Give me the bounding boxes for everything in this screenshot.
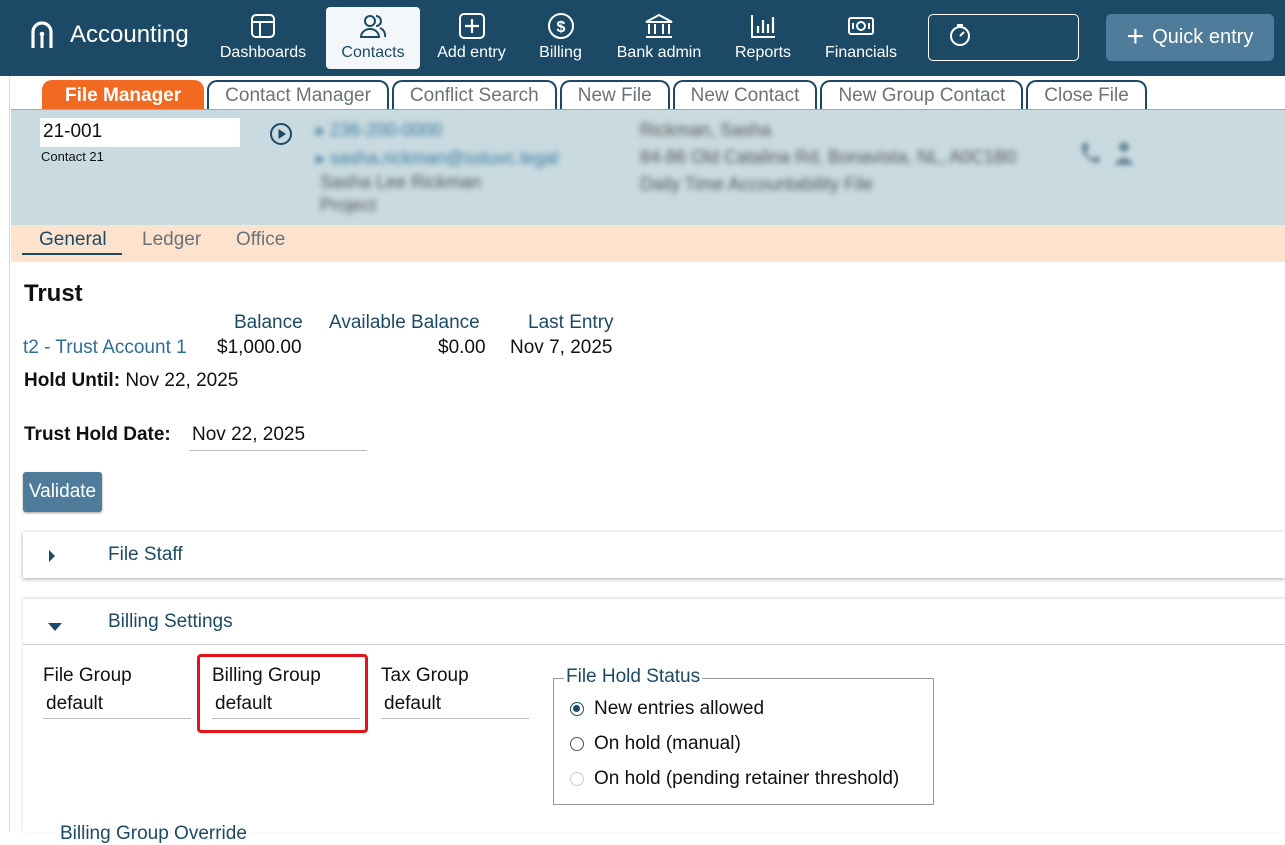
tab-new-contact[interactable]: New Contact	[672, 80, 818, 109]
hold-until-label: Hold Until:	[24, 370, 121, 391]
left-edge	[0, 76, 10, 832]
hold-until-value: Nov 22, 2025	[125, 370, 239, 391]
client-address: 84-86 Old Catalina Rd, Bonavista, NL, A0…	[640, 147, 1017, 167]
dollar-icon: $	[547, 12, 575, 44]
file-staff-accordion[interactable]: File Staff	[23, 532, 1285, 578]
radio-disabled-icon	[570, 772, 584, 786]
person-icon[interactable]	[1113, 140, 1135, 171]
caret-right-icon	[47, 549, 57, 568]
contact-email[interactable]: ▸ sasha.rickman@sstuvc.legal	[316, 148, 558, 169]
hold-option-label: On hold (manual)	[594, 733, 741, 754]
divider	[23, 644, 1285, 645]
play-circle-icon[interactable]	[269, 122, 293, 151]
money-icon	[846, 12, 876, 44]
stopwatch-icon	[949, 23, 971, 52]
billing-settings-title[interactable]: Billing Settings	[108, 611, 233, 633]
tab-ledger[interactable]: Ledger	[142, 229, 201, 251]
svg-text:$: $	[556, 19, 565, 36]
trust-hold-date-input[interactable]: Nov 22, 2025	[189, 422, 367, 451]
hold-option-label: On hold (pending retainer threshold)	[594, 768, 900, 789]
app-name: Accounting	[70, 21, 189, 48]
hold-until: Hold Until: Nov 22, 2025	[24, 370, 238, 392]
file-hold-status-group: File Hold Status New entries allowed On …	[553, 666, 934, 805]
nav-billing[interactable]: $ Billing	[523, 7, 598, 69]
nav-contacts[interactable]: Contacts	[326, 7, 420, 69]
file-group-label: File Group	[43, 665, 132, 686]
tax-group-label: Tax Group	[381, 665, 469, 686]
tax-group-field[interactable]: default	[381, 691, 529, 719]
nav-bank-admin[interactable]: Bank admin	[598, 7, 720, 69]
top-navigation-bar: Accounting Dashboards Contacts Add entry…	[0, 0, 1285, 76]
file-group-field[interactable]: default	[43, 691, 191, 719]
trust-hold-date-label: Trust Hold Date:	[24, 424, 171, 445]
tab-new-group-contact[interactable]: New Group Contact	[820, 80, 1024, 109]
bank-icon	[644, 12, 674, 44]
balance-header: Balance	[234, 312, 303, 333]
billing-group-override-label: Billing Group Override	[60, 823, 247, 844]
hold-option-retainer: On hold (pending retainer threshold)	[570, 768, 899, 790]
header-action-icons	[1079, 140, 1135, 171]
nav-add-entry[interactable]: Add entry	[420, 7, 523, 69]
hold-option-new-entries[interactable]: New entries allowed	[570, 698, 764, 720]
file-staff-title: File Staff	[108, 544, 183, 565]
trust-available-balance: $0.00	[438, 337, 486, 358]
radio-icon[interactable]	[570, 737, 584, 751]
nav-financials[interactable]: Financials	[806, 7, 916, 69]
tab-new-file[interactable]: New File	[559, 80, 670, 109]
caret-down-icon[interactable]	[47, 619, 63, 637]
available-balance-header: Available Balance	[329, 312, 480, 333]
nav-label: Contacts	[341, 44, 405, 61]
hold-option-label: New entries allowed	[594, 698, 765, 719]
bar-chart-icon	[749, 12, 777, 44]
nav-reports[interactable]: Reports	[720, 7, 806, 69]
last-entry-header: Last Entry	[528, 312, 614, 333]
dashboard-icon	[249, 12, 277, 44]
brand[interactable]: Accounting	[28, 20, 189, 50]
file-line-1: Sasha Lee Rickman	[320, 172, 482, 192]
timer-button[interactable]	[928, 14, 1079, 61]
quick-entry-button[interactable]: + Quick entry	[1106, 14, 1274, 61]
nav-label: Bank admin	[616, 44, 702, 61]
trust-last-entry: Nov 7, 2025	[510, 337, 613, 358]
tab-general[interactable]: General	[22, 229, 122, 255]
client-name: Rickman, Sasha	[640, 120, 772, 140]
nav-dashboards[interactable]: Dashboards	[207, 7, 319, 69]
nav-label: Financials	[824, 44, 898, 61]
plus-icon: +	[1126, 19, 1145, 53]
nav-label: Dashboards	[219, 44, 307, 61]
app-logo-icon	[28, 20, 56, 50]
billing-settings-accordion: Billing Settings File Group default Bill…	[23, 599, 1285, 844]
nav-label: Add entry	[437, 44, 506, 61]
validate-button[interactable]: Validate	[23, 472, 102, 512]
file-section-tabs: General Ledger Office	[11, 225, 1285, 262]
tab-file-manager[interactable]: File Manager	[42, 80, 205, 109]
phone-icon[interactable]	[1079, 140, 1101, 171]
file-number-input[interactable]: 21-001	[40, 118, 240, 147]
file-line-2: Project	[320, 195, 377, 215]
main-nav: Dashboards Contacts Add entry $ Billing …	[207, 7, 916, 69]
tab-conflict-search[interactable]: Conflict Search	[391, 80, 557, 109]
nav-label: Reports	[734, 44, 792, 61]
tab-office[interactable]: Office	[236, 229, 285, 251]
nav-label: Billing	[539, 44, 582, 61]
file-description: Daily Time Accountability File	[640, 174, 874, 194]
file-hold-status-legend: File Hold Status	[564, 666, 703, 688]
quick-entry-label: Quick entry	[1152, 26, 1254, 48]
tab-close-file[interactable]: Close File	[1026, 80, 1147, 109]
trust-account-link[interactable]: t2 - Trust Account 1	[23, 337, 187, 359]
file-header-panel: 21-001 Contact 21 ▸ 236-200-0000 ▸ sasha…	[11, 109, 1285, 225]
file-manager-tabs: File Manager Contact Manager Conflict Se…	[42, 80, 1147, 109]
trust-balance: $1,000.00	[217, 337, 302, 358]
tab-contact-manager[interactable]: Contact Manager	[207, 80, 389, 109]
trust-section-title: Trust	[24, 280, 83, 307]
file-contact-name: Contact 21	[41, 149, 104, 164]
plus-square-icon	[458, 12, 486, 44]
hold-option-manual[interactable]: On hold (manual)	[570, 733, 741, 755]
radio-checked-icon[interactable]	[570, 702, 584, 716]
contacts-icon	[359, 12, 387, 44]
billing-group-highlight	[197, 654, 368, 733]
contact-phone[interactable]: ▸ 236-200-0000	[316, 120, 442, 141]
